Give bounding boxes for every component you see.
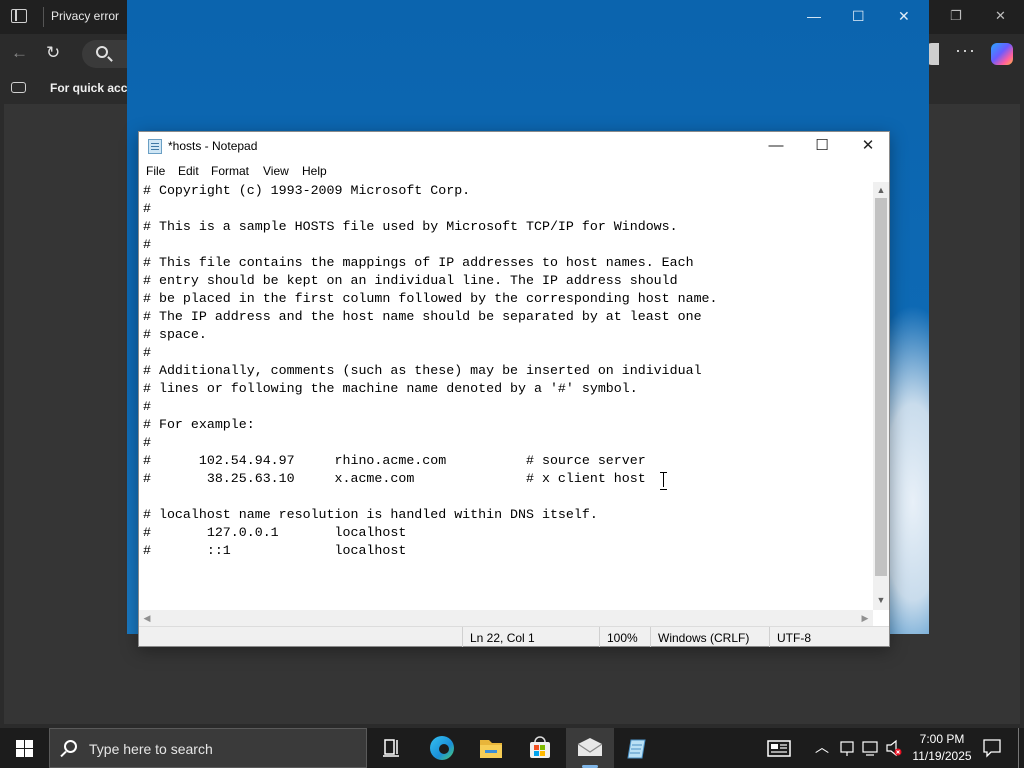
status-line-ending: Windows (CRLF) (658, 631, 750, 645)
menu-help[interactable]: Help (302, 164, 327, 178)
menu-edit[interactable]: Edit (178, 164, 199, 178)
remote-maximize-icon[interactable]: ☐ (852, 8, 865, 25)
favorites-hint: For quick acce (50, 81, 135, 95)
text-line: # (143, 201, 151, 216)
vertical-scrollbar[interactable]: ▲ ▼ (873, 182, 889, 610)
windows-logo-icon (16, 740, 24, 748)
text-line: # This file contains the mappings of IP … (143, 255, 694, 270)
menu-view[interactable]: View (263, 164, 289, 178)
taskbar-search[interactable]: Type here to search (49, 728, 367, 768)
search-icon (96, 46, 108, 58)
text-line: # localhost name resolution is handled w… (143, 507, 598, 522)
text-line: # (143, 399, 151, 414)
remote-desktop-icon (577, 738, 603, 756)
text-line: # lines or following the machine name de… (143, 381, 638, 396)
clock-date: 11/19/2025 (912, 749, 972, 763)
tab-actions-icon[interactable] (11, 9, 27, 23)
taskbar-clock[interactable]: 7:00 PM 11/19/2025 (902, 731, 982, 765)
search-placeholder: Type here to search (89, 741, 213, 757)
tray-network-button[interactable] (860, 728, 882, 768)
text-line: # entry should be kept on an individual … (143, 273, 678, 288)
close-button[interactable]: ✕ (845, 132, 891, 162)
show-desktop-button[interactable] (1018, 728, 1019, 768)
favorites-icon (11, 82, 26, 93)
text-line: # 102.54.94.97 rhino.acme.com # source s… (143, 453, 646, 468)
text-line: # This is a sample HOSTS file used by Mi… (143, 219, 678, 234)
tray-volume-button[interactable] (884, 728, 904, 768)
text-line: # (143, 435, 151, 450)
text-line: # 38.25.63.10 x.acme.com # x client host (143, 471, 646, 486)
minimize-button[interactable]: — (753, 132, 799, 162)
horizontal-scrollbar[interactable]: ◀ ▶ (139, 610, 873, 626)
text-line: # (143, 237, 151, 252)
notepad-icon (148, 139, 162, 154)
text-line: # (143, 345, 151, 360)
remote-minimize-icon[interactable]: — (807, 8, 821, 24)
text-line: # Copyright (c) 1993-2009 Microsoft Corp… (143, 183, 471, 198)
scroll-thumb[interactable] (875, 198, 887, 576)
tray-overflow-icon[interactable]: ︿ (815, 737, 829, 757)
copilot-icon[interactable] (991, 43, 1013, 65)
network-icon (862, 741, 878, 756)
network-adapter-icon (840, 741, 854, 756)
task-view-icon (383, 739, 399, 757)
browser-tab-title[interactable]: Privacy error (51, 9, 119, 23)
scroll-up-icon[interactable]: ▲ (873, 182, 889, 198)
remote-close-icon[interactable]: ✕ (898, 8, 910, 25)
browser-close-icon[interactable]: ✕ (995, 8, 1006, 24)
store-taskbar-button[interactable] (516, 728, 564, 768)
notepad-title: *hosts - Notepad (168, 139, 258, 153)
scroll-right-icon[interactable]: ▶ (857, 610, 873, 626)
text-line: # For example: (143, 417, 255, 432)
text-line: # The IP address and the host name shoul… (143, 309, 702, 324)
notepad-window: *hosts - Notepad — ☐ ✕ File Edit Format … (138, 131, 890, 647)
text-line: # be placed in the first column followed… (143, 291, 718, 306)
more-options-icon[interactable]: ··· (955, 40, 976, 61)
scroll-down-icon[interactable]: ▼ (873, 592, 889, 608)
text-line: # Additionally, comments (such as these)… (143, 363, 702, 378)
notepad-icon (627, 739, 646, 759)
scroll-left-icon[interactable]: ◀ (139, 610, 155, 626)
file-explorer-taskbar-button[interactable] (467, 728, 515, 768)
start-button[interactable] (0, 728, 48, 768)
menu-bar: File Edit Format View Help (139, 162, 889, 182)
notepad-title-bar[interactable]: *hosts - Notepad — ☐ ✕ (139, 132, 889, 162)
news-widget-button[interactable] (763, 728, 797, 768)
remote-desktop-taskbar-button[interactable] (566, 728, 614, 768)
text-line: # space. (143, 327, 207, 342)
back-icon[interactable]: ← (11, 43, 28, 63)
news-icon (767, 740, 791, 757)
maximize-button[interactable]: ☐ (799, 132, 845, 162)
text-line: # 127.0.0.1 localhost (143, 525, 407, 540)
status-bar: Ln 22, Col 1 100% Windows (CRLF) UTF-8 (139, 626, 889, 647)
tab-separator (43, 7, 44, 27)
search-icon (64, 740, 77, 753)
text-cursor-icon (660, 472, 668, 490)
volume-muted-icon (886, 739, 902, 757)
task-view-button[interactable] (368, 728, 416, 768)
menu-format[interactable]: Format (211, 164, 249, 178)
status-encoding: UTF-8 (777, 631, 811, 645)
menu-file[interactable]: File (146, 164, 165, 178)
reload-icon[interactable]: ↻ (46, 43, 60, 63)
file-explorer-icon (480, 740, 502, 758)
status-zoom: 100% (607, 631, 638, 645)
text-line: # ::1 localhost (143, 543, 407, 558)
edge-taskbar-button[interactable] (418, 728, 466, 768)
store-icon (530, 736, 550, 758)
taskbar: Type here to search ︿ 7:00 PM 11/19/2025 (0, 728, 1024, 768)
edge-icon (430, 736, 454, 760)
notification-icon (983, 739, 1001, 758)
text-editor[interactable]: # Copyright (c) 1993-2009 Microsoft Corp… (139, 182, 873, 610)
browser-restore-icon[interactable]: ❐ (950, 8, 962, 24)
status-position: Ln 22, Col 1 (470, 631, 535, 645)
clock-time: 7:00 PM (919, 732, 965, 746)
notepad-taskbar-button[interactable] (615, 728, 663, 768)
notifications-button[interactable] (980, 728, 1004, 768)
tray-vpn-button[interactable] (838, 728, 856, 768)
